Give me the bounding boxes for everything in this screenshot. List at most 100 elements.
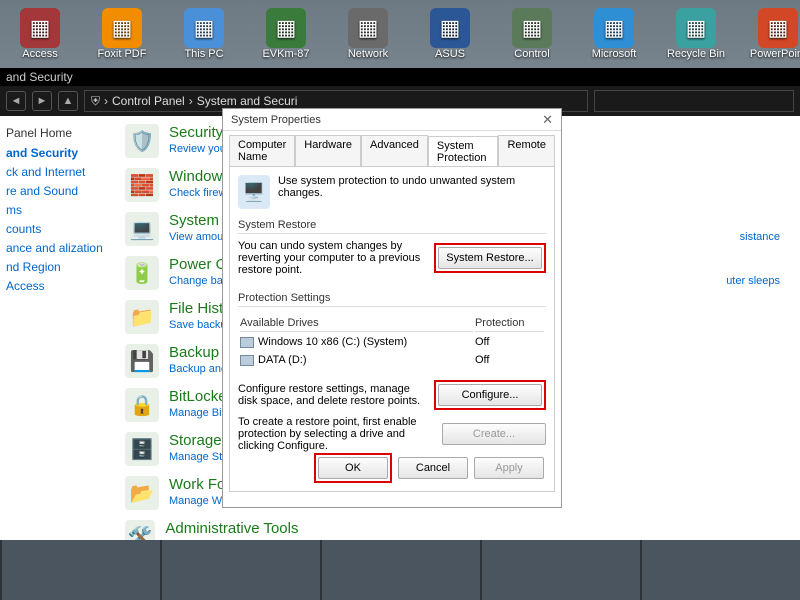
category-icon: 📂	[125, 476, 159, 510]
desktop-icon-label: Control	[514, 48, 549, 60]
cancel-button[interactable]: Cancel	[398, 457, 468, 479]
drive-icon	[240, 355, 254, 366]
app-icon: ▦	[758, 8, 798, 48]
highlight: System Restore...	[434, 243, 546, 273]
desktop-icon-label: Access	[22, 48, 57, 60]
category-icon: 💾	[125, 344, 159, 378]
cp-sidebar: Panel Home and Security ck and Internet re…	[0, 116, 115, 540]
table-row[interactable]: DATA (D:)Off	[240, 352, 544, 368]
system-properties-dialog: System Properties ✕ Computer NameHardwar…	[222, 108, 562, 508]
dialog-body: 🖥️ Use system protection to undo unwante…	[229, 166, 555, 492]
category-icon: 🛠️	[125, 520, 155, 540]
desktop-icon-label: Microsoft	[592, 48, 637, 60]
desktop-icon[interactable]: ▦This PC	[174, 8, 234, 60]
dialog-titlebar: System Properties ✕	[223, 109, 561, 131]
nav-up-button[interactable]: ▲	[58, 91, 78, 111]
col-header: Available Drives	[240, 315, 473, 332]
configure-button[interactable]: Configure...	[438, 384, 542, 406]
close-icon[interactable]: ✕	[542, 112, 553, 128]
app-icon: ▦	[594, 8, 634, 48]
protection-cell: Off	[475, 334, 544, 350]
app-icon: ▦	[348, 8, 388, 48]
col-header: Protection	[475, 315, 544, 332]
system-restore-button[interactable]: System Restore...	[438, 247, 542, 269]
sidebar-item[interactable]: Access	[6, 279, 109, 293]
category-icon: 🔒	[125, 388, 159, 422]
dialog-tabs: Computer NameHardwareAdvancedSystem Prot…	[223, 131, 561, 166]
desktop-icon-label: EVKm-87	[262, 48, 309, 60]
drive-cell: DATA (D:)	[240, 352, 473, 368]
dialog-tab[interactable]: Computer Name	[229, 135, 295, 166]
app-icon: ▦	[102, 8, 142, 48]
cp-sidebar-home[interactable]: Panel Home	[6, 126, 109, 140]
dialog-title: System Properties	[231, 114, 321, 126]
desktop-icon[interactable]: ▦Control	[502, 8, 562, 60]
desktop-icon[interactable]: ▦PowerPoint	[748, 8, 800, 60]
highlight: OK	[314, 453, 392, 483]
desktop-icon-label: ASUS	[435, 48, 465, 60]
dialog-intro: Use system protection to undo unwanted s…	[278, 175, 546, 199]
category-title[interactable]: Administrative Tools	[165, 520, 790, 537]
apply-button: Apply	[474, 457, 544, 479]
dialog-buttons: OK Cancel Apply	[314, 453, 544, 483]
sidebar-item[interactable]: re and Sound	[6, 184, 109, 198]
dialog-tab[interactable]: Remote	[498, 135, 555, 166]
category-icon: 🔋	[125, 256, 159, 290]
cp-search[interactable]	[594, 90, 794, 112]
create-button: Create...	[442, 423, 546, 445]
desktop-icon[interactable]: ▦Recycle Bin	[666, 8, 726, 60]
nav-back-button[interactable]: ◄	[6, 91, 26, 111]
cp-sublink[interactable]: Free up disk space	[165, 539, 258, 540]
desktop-icon-label: This PC	[184, 48, 223, 60]
dialog-tab[interactable]: Advanced	[361, 135, 428, 166]
nav-fwd-button[interactable]: ►	[32, 91, 52, 111]
group-legend: Protection Settings	[238, 292, 546, 307]
protection-icon: 🖥️	[238, 175, 270, 209]
drive-cell: Windows 10 x86 (C:) (System)	[240, 334, 473, 350]
app-icon: ▦	[20, 8, 60, 48]
desktop-icon[interactable]: ▦EVKm-87	[256, 8, 316, 60]
cp-sublink[interactable]: Defragment and optimize your drives	[281, 539, 461, 540]
drives-table[interactable]: Available Drives Protection Windows 10 x…	[238, 313, 546, 370]
breadcrumb-item[interactable]: System and Securi	[197, 94, 298, 108]
protection-cell: Off	[475, 352, 544, 368]
category: 🛠️ Administrative Tools Free up disk space…	[125, 520, 790, 540]
app-icon: ▦	[676, 8, 716, 48]
breadcrumb-item[interactable]: Control Panel	[112, 94, 185, 108]
ok-button[interactable]: OK	[318, 457, 388, 479]
desktop-icon[interactable]: ▦Foxit PDF	[92, 8, 152, 60]
desktop-icon[interactable]: ▦Access	[10, 8, 70, 60]
cp-titlebar: and Security	[0, 68, 800, 86]
highlight: Configure...	[434, 380, 546, 410]
app-icon: ▦	[512, 8, 552, 48]
desktop-icon[interactable]: ▦ASUS	[420, 8, 480, 60]
category-icon: 💻	[125, 212, 159, 246]
table-row[interactable]: Windows 10 x86 (C:) (System)Off	[240, 334, 544, 350]
dialog-tab[interactable]: System Protection	[428, 136, 499, 167]
create-text: To create a restore point, first enable …	[238, 416, 434, 452]
cp-sublink[interactable]: Create and format hard disk partitions	[484, 539, 668, 540]
drive-icon	[240, 337, 254, 348]
desktop-icon-label: PowerPoint	[750, 48, 800, 60]
dialog-tab[interactable]: Hardware	[295, 135, 361, 166]
desktop-icon-label: Network	[348, 48, 388, 60]
breadcrumb-icon: ⛨	[91, 94, 100, 109]
desktop-icon[interactable]: ▦Network	[338, 8, 398, 60]
desktop-icons: ▦Access▦Foxit PDF▦This PC▦EVKm-87▦Networ…	[10, 8, 800, 60]
desktop-icon[interactable]: ▦Microsoft	[584, 8, 644, 60]
category-icon: 🗄️	[125, 432, 159, 466]
category-icon: 📁	[125, 300, 159, 334]
restore-text: You can undo system changes by reverting…	[238, 240, 426, 276]
category-icon: 🧱	[125, 168, 159, 202]
desktop-icon-label: Recycle Bin	[667, 48, 725, 60]
sidebar-item[interactable]: counts	[6, 222, 109, 236]
sidebar-item[interactable]: and Security	[6, 146, 109, 160]
app-icon: ▦	[184, 8, 224, 48]
sidebar-item[interactable]: ck and Internet	[6, 165, 109, 179]
sidebar-item[interactable]: ance and alization	[6, 241, 109, 255]
sidebar-item[interactable]: ms	[6, 203, 109, 217]
sidebar-item[interactable]: nd Region	[6, 260, 109, 274]
cp-sublink[interactable]: View event logs	[691, 539, 768, 540]
app-icon: ▦	[266, 8, 306, 48]
category-icon: 🛡️	[125, 124, 159, 158]
